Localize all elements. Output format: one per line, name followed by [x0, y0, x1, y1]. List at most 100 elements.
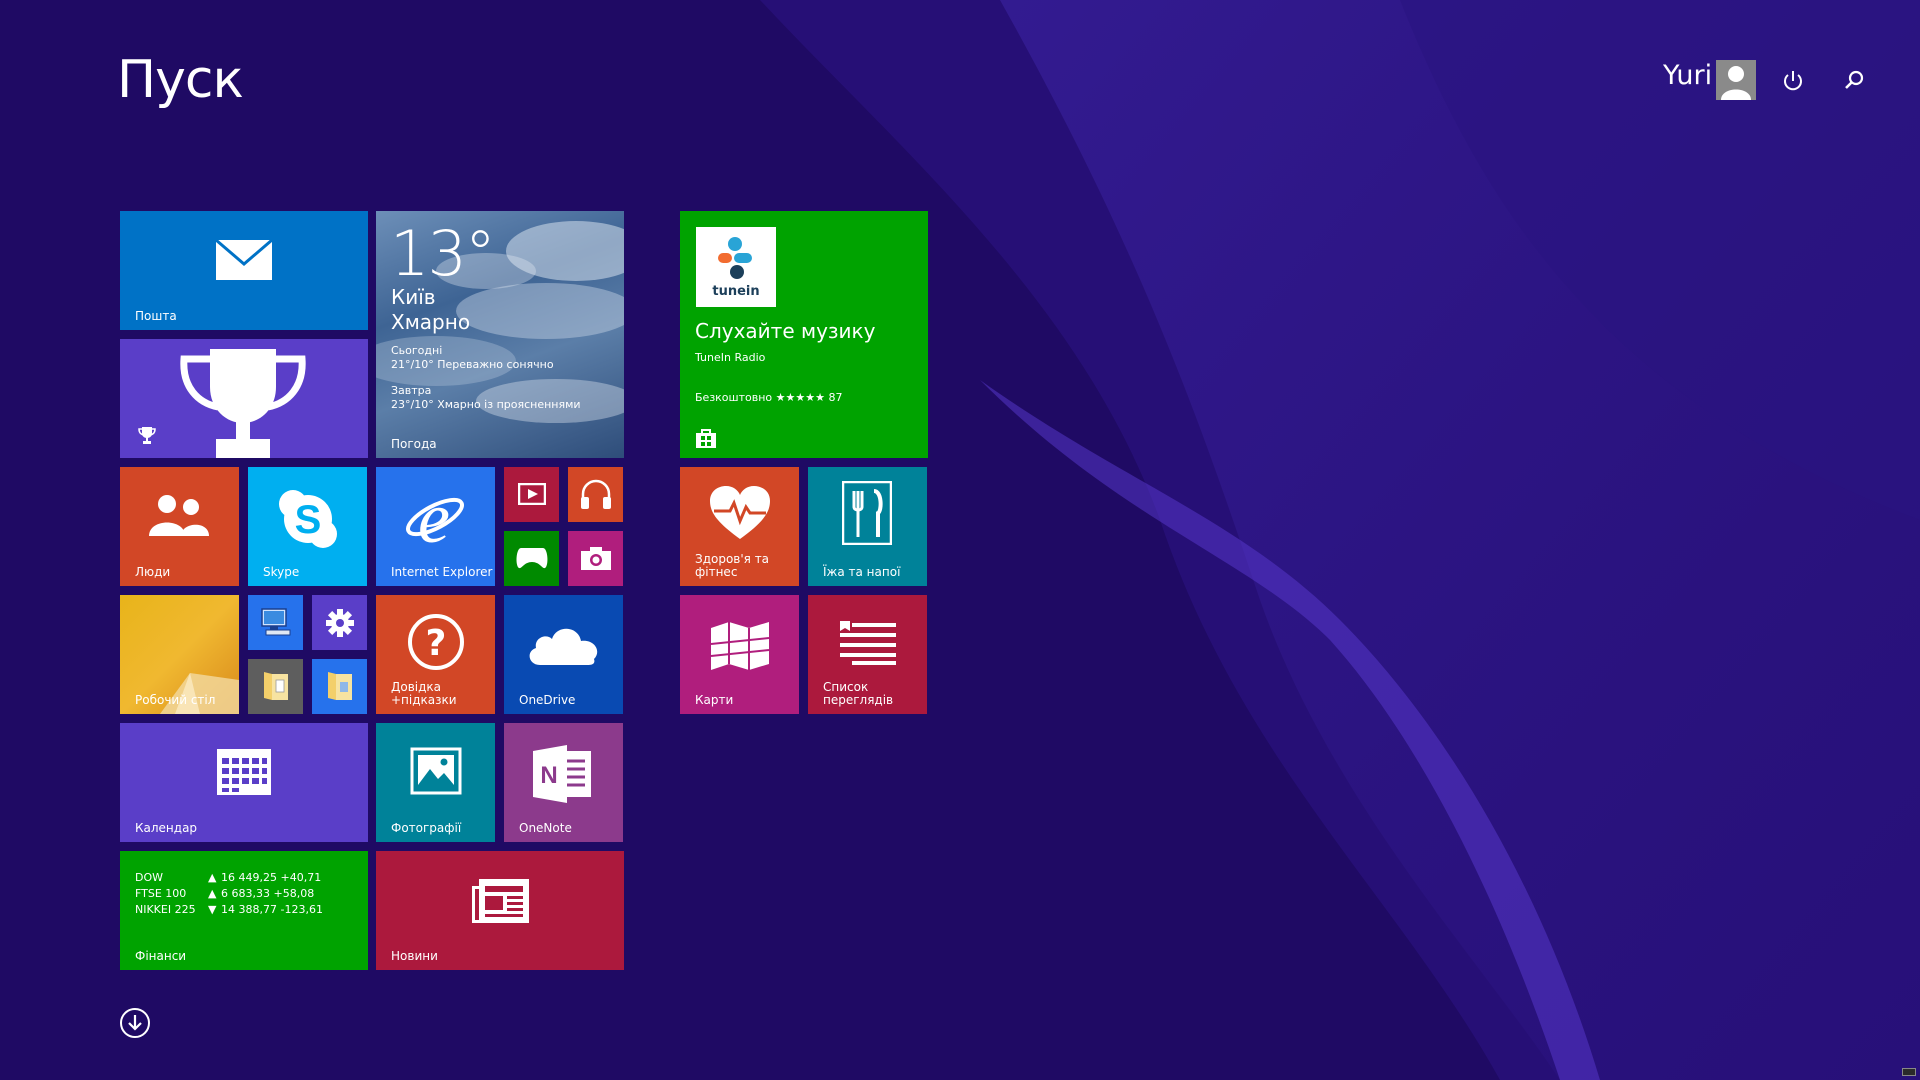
finance-arrow-up: ▲: [208, 887, 217, 900]
tile-label: Skype: [263, 565, 300, 579]
tile-label: Робочий стіл: [135, 693, 216, 707]
camera-icon: [581, 547, 611, 570]
finance-index-name: FTSE 100: [135, 887, 187, 900]
tile-calendar[interactable]: Календар: [120, 723, 368, 842]
cloud-icon: [529, 628, 598, 665]
finance-index-value: 14 388,77 -123,61: [221, 903, 323, 916]
video-icon: [518, 483, 546, 505]
tile-label: OneNote: [519, 821, 572, 835]
svg-text:?: ?: [426, 623, 447, 664]
finance-arrow-up: ▲: [208, 871, 217, 884]
tile-file-explorer[interactable]: [312, 659, 367, 714]
skype-icon: S: [279, 490, 337, 548]
tile-desktop[interactable]: Робочий стіл: [120, 595, 239, 714]
weather-today-label: Сьогодні: [391, 344, 443, 357]
tunein-logo: tunein: [696, 227, 776, 307]
tile-label: Погода: [391, 437, 437, 451]
calendar-icon: [217, 749, 271, 795]
tile-xbox-games[interactable]: [504, 531, 559, 586]
store-headline: Слухайте музику: [695, 319, 876, 343]
internet-explorer-icon: e: [406, 487, 464, 549]
weather-today-forecast: 21°/10° Переважно сонячно: [391, 358, 554, 371]
tile-skype[interactable]: S Skype: [248, 467, 367, 586]
tile-label: Довідка +підказки: [391, 680, 457, 707]
tile-onenote[interactable]: N OneNote: [504, 723, 623, 842]
tile-label: Люди: [135, 565, 171, 579]
tile-news[interactable]: Новини: [376, 851, 624, 970]
arrow-down-circle-icon: [120, 1008, 150, 1038]
tile-weather[interactable]: 13° Київ Хмарно Сьогодні 21°/10° Переваж…: [376, 211, 624, 458]
tile-people[interactable]: Люди: [120, 467, 239, 586]
tile-video[interactable]: [504, 467, 559, 522]
tile-reading-list[interactable]: Список переглядів: [808, 595, 927, 714]
gamepad-icon: [516, 548, 548, 569]
tunein-logo-icon: [718, 237, 752, 279]
power-icon: [1784, 71, 1802, 91]
people-icon: [149, 495, 209, 536]
power-button[interactable]: [1778, 66, 1808, 96]
fork-knife-icon: [842, 481, 892, 545]
tile-health-fitness[interactable]: Здоров'я та фітнес: [680, 467, 799, 586]
documents-folder-icon: [264, 672, 288, 700]
finance-arrow-down: ▼: [208, 903, 217, 916]
tile-store-tunein[interactable]: tunein Слухайте музику TuneIn Radio Безк…: [680, 211, 928, 458]
computer-icon: [261, 608, 291, 636]
tile-label: Фінанси: [135, 949, 187, 963]
user-avatar-icon: [1721, 66, 1751, 100]
user-name[interactable]: Yuri: [1663, 60, 1712, 91]
tile-documents[interactable]: [248, 659, 303, 714]
search-icon: [1845, 70, 1864, 89]
tile-label: Календар: [135, 821, 198, 835]
reading-list-icon: [840, 621, 896, 665]
tile-finance[interactable]: DOW ▲ 16 449,25 +40,71 FTSE 100 ▲ 6 683,…: [120, 851, 368, 970]
weather-condition: Хмарно: [391, 310, 471, 334]
svg-text:N: N: [540, 762, 557, 789]
tile-label: OneDrive: [519, 693, 576, 707]
mail-icon: [215, 239, 273, 280]
tile-photos[interactable]: Фотографії: [376, 723, 495, 842]
store-price-rating: Безкоштовно ★★★★★ 87: [695, 391, 843, 404]
svg-text:S: S: [295, 498, 322, 542]
tile-music[interactable]: [568, 467, 623, 522]
tile-maps[interactable]: Карти: [680, 595, 799, 714]
finance-index-name: NIKKEI 225: [135, 903, 196, 916]
trophy-icon: [180, 349, 306, 458]
tile-label: Новини: [391, 949, 438, 963]
news-icon: [472, 879, 529, 923]
headphones-icon: [581, 479, 611, 509]
tile-food-drink[interactable]: Їжа та напої: [808, 467, 927, 586]
store-icon: [696, 429, 716, 448]
tile-internet-explorer[interactable]: e Internet Explorer: [376, 467, 495, 586]
store-app-name: TuneIn Radio: [695, 351, 766, 364]
folder-icon: [328, 672, 352, 700]
weather-city: Київ: [391, 285, 436, 309]
help-icon: ?: [408, 614, 464, 670]
photos-icon: [410, 747, 462, 795]
gear-icon: [326, 609, 354, 637]
tile-onedrive[interactable]: OneDrive: [504, 595, 623, 714]
tile-label: Список переглядів: [823, 680, 894, 707]
weather-temperature: 13°: [390, 217, 496, 290]
heart-pulse-icon: [710, 486, 770, 539]
page-title: Пуск: [117, 50, 244, 110]
tile-label: Карти: [695, 693, 734, 707]
tile-mail[interactable]: Пошта: [120, 211, 368, 330]
weather-tomorrow-forecast: 23°/10° Хмарно із проясненнями: [391, 398, 581, 411]
onenote-icon: N: [533, 745, 591, 803]
tile-camera[interactable]: [568, 531, 623, 586]
avatar[interactable]: [1716, 60, 1756, 100]
finance-index-value: 16 449,25 +40,71: [221, 871, 322, 884]
tile-settings[interactable]: [312, 595, 367, 650]
minimize-indicator: [1902, 1068, 1916, 1076]
all-apps-button[interactable]: [119, 1007, 151, 1039]
tile-this-pc[interactable]: [248, 595, 303, 650]
finance-index-name: DOW: [135, 871, 164, 884]
small-trophy-icon: [138, 427, 156, 444]
tile-games[interactable]: [120, 339, 368, 458]
search-button[interactable]: [1839, 66, 1869, 96]
tile-help-tips[interactable]: ? Довідка +підказки: [376, 595, 495, 714]
tile-label: Пошта: [135, 309, 177, 323]
tile-label: Їжа та напої: [823, 565, 901, 579]
weather-tomorrow-label: Завтра: [391, 384, 432, 397]
finance-index-value: 6 683,33 +58,08: [221, 887, 315, 900]
